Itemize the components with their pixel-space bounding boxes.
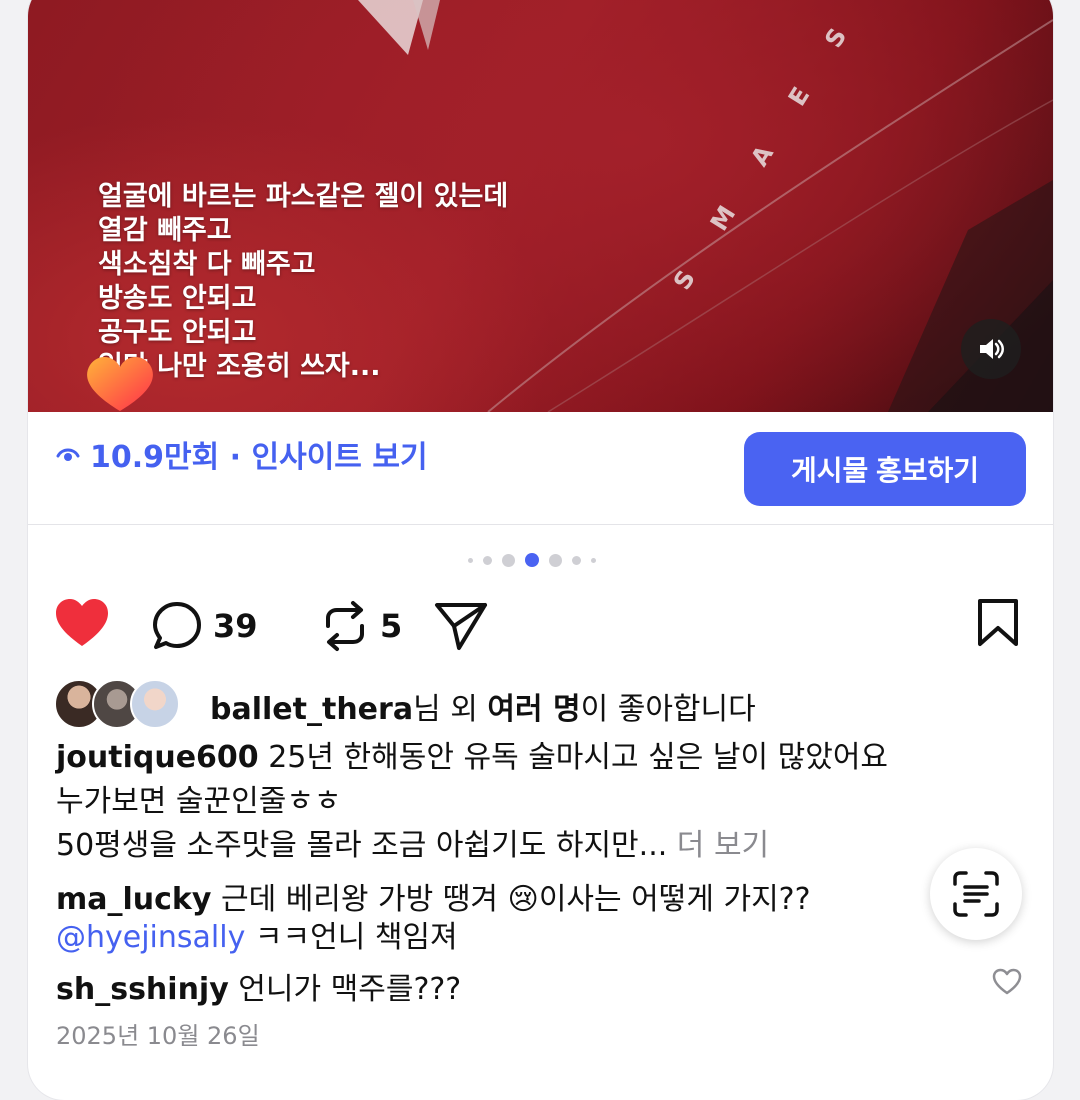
comment-row: @hyejinsally ㅋㅋ언니 책임져 (56, 912, 458, 956)
caption-line: 방송도 안되고 (98, 283, 257, 314)
more-link[interactable]: 더 보기 (667, 828, 769, 863)
share-button[interactable] (433, 600, 489, 652)
liker-username[interactable]: ballet_thera (210, 692, 413, 727)
repost-count: 5 (380, 607, 403, 645)
author-username[interactable]: joutique600 (56, 740, 259, 775)
carousel-dot-active (525, 553, 539, 567)
likes-text: 님 외 (413, 692, 488, 727)
caption-line: 공구도 안되고 (98, 317, 257, 348)
promote-post-button[interactable]: 게시물 홍보하기 (744, 432, 1026, 506)
views-label: 10.9만회 · 인사이트 보기 (90, 440, 428, 475)
send-icon (435, 603, 487, 650)
comment-button[interactable]: 39 (151, 600, 258, 652)
carousel-indicator (468, 553, 596, 567)
post-caption-line: 누가보면 술꾼인줄ㅎㅎ (56, 784, 342, 819)
comment-text: 이사는 어떻게 가지?? (538, 882, 811, 917)
likes-summary[interactable]: ballet_thera님 외 여러 명이 좋아합니다 (210, 684, 756, 728)
caption-text: 50평생을 소주맛을 몰라 조금 아쉽기도 하지만... (56, 828, 668, 863)
caption-text: 25년 한해동안 유독 술마시고 싶은 날이 많았어요 (258, 740, 889, 775)
post-caption-line: 50평생을 소주맛을 몰라 조금 아쉽기도 하지만... 더 보기 (56, 820, 769, 864)
volume-button[interactable] (961, 319, 1021, 379)
text-scan-icon (953, 871, 999, 917)
caption-line: 얼굴에 바르는 파스같은 젤이 있는데 (98, 181, 509, 212)
comment-text: ㅋㅋ언니 책임져 (245, 920, 458, 955)
heart-filled-icon (56, 599, 108, 646)
mention-link[interactable]: @hyejinsally (56, 920, 245, 955)
post-date: 2025년 10월 26일 (56, 1022, 260, 1050)
comment-username[interactable]: sh_sshinjy (56, 972, 229, 1007)
caption-line: 색소침착 다 빼주고 (98, 249, 316, 280)
carousel-dot (502, 553, 515, 567)
carousel-dot (591, 557, 596, 563)
comment-row: sh_sshinjy 언니가 맥주를??? (56, 964, 461, 1008)
repost-button[interactable]: 5 (320, 600, 402, 652)
likes-text-end: 이 좋아합니다 (580, 692, 756, 727)
like-button[interactable] (54, 598, 110, 648)
repost-icon (326, 601, 364, 651)
post-media[interactable]: S M A E S T H E T I 얼굴에 바르는 파스같은 젤이 있는데 … (28, 0, 1053, 412)
comment-icon (153, 602, 201, 649)
carousel-dot (483, 555, 492, 565)
carousel-dot (572, 555, 581, 565)
heart-outline-icon (992, 968, 1022, 995)
scan-text-button[interactable] (930, 848, 1022, 940)
likes-others[interactable]: 여러 명 (487, 692, 580, 727)
comment-text: 언니가 맥주를??? (228, 972, 462, 1007)
save-button[interactable] (976, 598, 1020, 648)
post-card: S M A E S T H E T I 얼굴에 바르는 파스같은 젤이 있는데 … (28, 0, 1053, 1100)
divider (28, 524, 1053, 525)
comment-like-button[interactable] (992, 968, 1022, 1000)
post-caption-line: joutique600 25년 한해동안 유독 술마시고 싶은 날이 많았어요 (56, 732, 888, 776)
avatar (130, 679, 180, 729)
caption-line: 열감 빼주고 (98, 215, 232, 246)
eye-icon (56, 448, 80, 461)
comment-count: 39 (213, 607, 258, 645)
carousel-dot (549, 553, 562, 567)
heart-sticker-icon (87, 356, 153, 411)
bookmark-icon (978, 599, 1018, 646)
liker-avatars[interactable] (54, 679, 204, 729)
crying-emoji: 😢 (507, 882, 539, 917)
insights-link[interactable]: 10.9만회 · 인사이트 보기 (56, 432, 428, 476)
carousel-dot (468, 557, 473, 563)
volume-icon (980, 339, 1004, 359)
